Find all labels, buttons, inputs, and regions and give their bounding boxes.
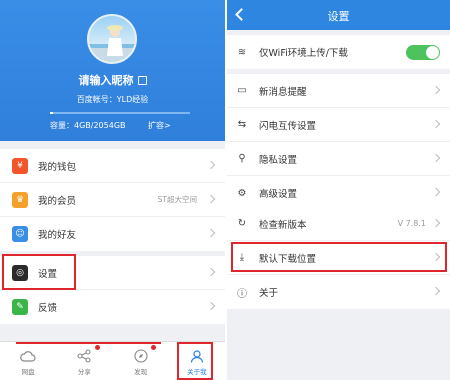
menu-item-label: 反馈 [38, 303, 58, 314]
profile-screen: 请输入昵称 百度帐号：YLD经验 容量：4GB/2054GB 扩容> ¥ 我的钱… [0, 0, 225, 380]
avatar[interactable] [87, 14, 137, 64]
setting-about[interactable]: ⓘ 关于 [227, 275, 450, 309]
page-title: 设置 [327, 10, 350, 23]
highlight-line-tabs [16, 342, 161, 344]
nickname-row[interactable]: 请输入昵称 [0, 72, 225, 88]
message-icon: ▭ [237, 85, 247, 96]
profile-header: 请输入昵称 百度帐号：YLD经验 容量：4GB/2054GB 扩容> [0, 0, 225, 141]
menu-item-label: 我的好友 [38, 230, 77, 241]
menu-item-feedback[interactable]: ✎ 反馈 [0, 290, 225, 324]
tab-label: 网盘 [21, 368, 35, 376]
chevron-right-icon [206, 228, 216, 238]
settings-group-general: ▭ 新消息提醒 ⇆ 闪电互传设置 ⚲ 隐私设置 ⚙ 高级设置 [227, 74, 450, 210]
tab-share[interactable]: 分享 [56, 342, 112, 380]
notification-dot [94, 345, 100, 350]
gear-icon: ⚙ [237, 187, 247, 199]
setting-label: 检查新版本 [259, 219, 307, 231]
account-name: 百度帐号：YLD经验 [76, 95, 149, 104]
setting-new-message[interactable]: ▭ 新消息提醒 [227, 74, 450, 108]
setting-label: 仅WiFi环境上传/下载 [259, 48, 348, 59]
friend-icon: ☺ [12, 226, 28, 242]
wifi-icon: ≋ [237, 46, 247, 58]
setting-privacy[interactable]: ⚲ 隐私设置 [227, 142, 450, 176]
compass-icon [133, 349, 149, 363]
version-text: V 7.8.1 [397, 219, 426, 228]
menu-item-wallet[interactable]: ¥ 我的钱包 [0, 149, 225, 183]
storage-fill [50, 112, 53, 114]
settings-screen: 设置 ≋ 仅WiFi环境上传/下载 ▭ 新消息提醒 ⇆ 闪电互传设置 ⚲ 隐私设… [227, 0, 450, 380]
membership-badge: ST超大空间 [157, 195, 197, 204]
setting-wifi-only[interactable]: ≋ 仅WiFi环境上传/下载 [227, 35, 450, 69]
highlight-box-about-tab [177, 342, 213, 380]
menu-group-account: ¥ 我的钱包 ♛ 我的会员 ST超大空间 ☺ 我的好友 [0, 149, 225, 251]
chevron-right-icon [431, 286, 441, 296]
menu-item-label: 我的钱包 [38, 161, 77, 173]
tab-label: 分享 [77, 368, 91, 376]
cloud-icon [20, 349, 36, 363]
crown-icon: ♛ [12, 191, 28, 208]
edit-icon[interactable] [137, 76, 147, 85]
menu-item-friends[interactable]: ☺ 我的好友 [0, 217, 225, 251]
wifi-only-toggle[interactable] [406, 45, 440, 60]
chevron-right-icon [431, 153, 441, 163]
transfer-icon: ⇆ [237, 119, 247, 130]
setting-label: 隐私设置 [259, 154, 298, 166]
chevron-right-icon [431, 85, 441, 95]
setting-label: 关于 [259, 288, 279, 299]
chevron-right-icon [206, 301, 216, 311]
chevron-right-icon [431, 218, 441, 228]
settings-group-network: ≋ 仅WiFi环境上传/下载 [227, 35, 450, 69]
chevron-right-icon [206, 267, 216, 277]
menu-item-membership[interactable]: ♛ 我的会员 ST超大空间 [0, 183, 225, 217]
tab-label: 发现 [134, 368, 148, 376]
setting-label: 闪电互传设置 [259, 120, 317, 132]
setting-lightning-transfer[interactable]: ⇆ 闪电互传设置 [227, 108, 450, 142]
top-bar: 设置 [227, 0, 450, 30]
privacy-icon: ⚲ [238, 153, 246, 164]
nickname-text: 请输入昵称 [78, 74, 134, 87]
storage-text: 容量：4GB/2054GB [50, 121, 126, 130]
setting-advanced[interactable]: ⚙ 高级设置 [227, 176, 450, 210]
tab-cloud-drive[interactable]: 网盘 [0, 342, 56, 380]
chevron-right-icon [206, 160, 216, 170]
wallet-icon: ¥ [12, 157, 28, 174]
notification-dot [150, 345, 156, 350]
setting-label: 新消息提醒 [259, 86, 307, 98]
expand-storage-link[interactable]: 扩容> [148, 120, 171, 131]
tab-discover[interactable]: 发现 [113, 342, 169, 380]
chevron-right-icon [431, 119, 441, 129]
highlight-box-download-location [231, 242, 447, 272]
menu-item-label: 我的会员 [38, 195, 77, 207]
chevron-right-icon [206, 194, 216, 204]
highlight-box-settings [2, 254, 76, 290]
share-icon [76, 349, 92, 363]
setting-check-version[interactable]: ↻ 检查新版本 V 7.8.1 [227, 207, 450, 241]
chevron-right-icon [431, 187, 441, 197]
setting-label: 高级设置 [259, 189, 298, 200]
storage-bar [50, 112, 190, 114]
refresh-icon: ↻ [237, 218, 247, 229]
info-icon: ⓘ [237, 288, 247, 300]
feedback-icon: ✎ [12, 299, 28, 315]
